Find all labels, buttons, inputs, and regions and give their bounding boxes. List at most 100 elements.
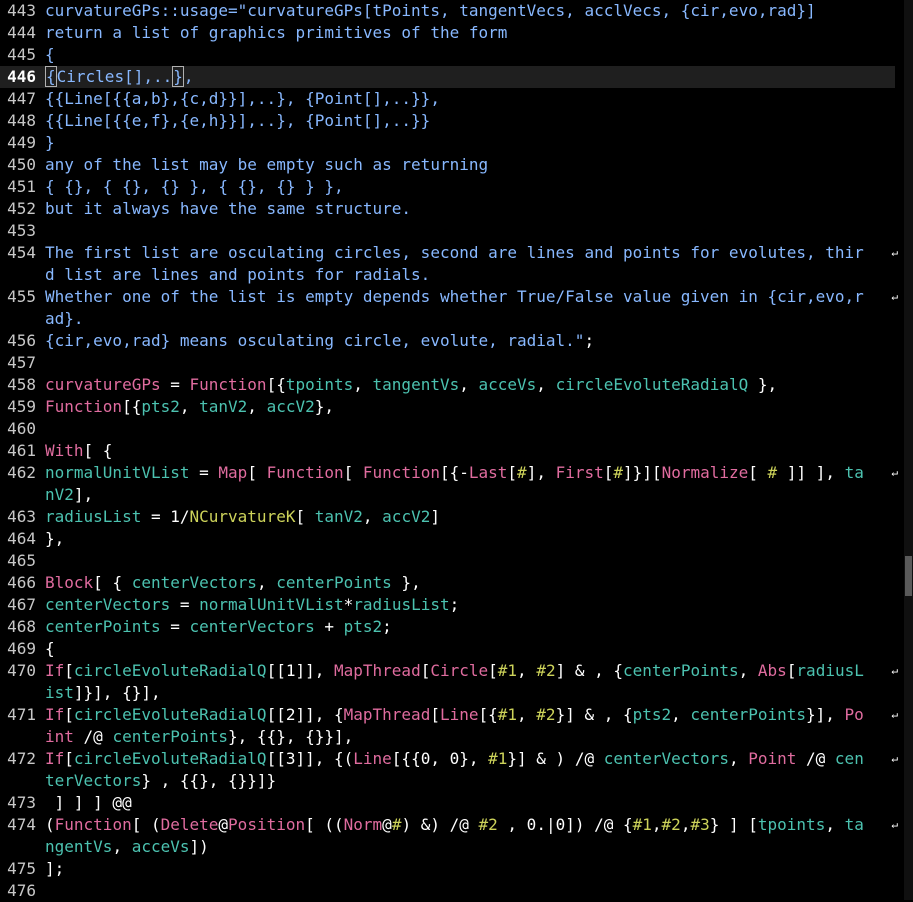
code-line[interactable]: 458 curvatureGPs = Function[{tpoints, tan…: [0, 374, 900, 396]
line-number: 455: [7, 287, 36, 306]
line-number: 444: [7, 23, 36, 42]
code-line[interactable]: 450 any of the list may be empty such as …: [0, 154, 900, 176]
line-text[interactable]: If[circleEvoluteRadialQ[[1]], MapThread[…: [45, 660, 864, 682]
code-line[interactable]: 465: [0, 550, 900, 572]
code-line[interactable]: 470 If[circleEvoluteRadialQ[[1]], MapThre…: [0, 660, 900, 682]
line-text[interactable]: curvatureGPs::usage="curvatureGPs[tPoint…: [45, 0, 816, 22]
line-text[interactable]: Block[ { centerVectors, centerPoints },: [45, 572, 421, 594]
line-text[interactable]: (Function[ (Delete@Position[ ((Norm@#) &…: [45, 814, 864, 836]
code-line[interactable]: 452 but it always have the same structure…: [0, 198, 900, 220]
line-text[interactable]: }: [45, 132, 55, 154]
line-text[interactable]: Whether one of the list is empty depends…: [45, 286, 864, 308]
code-line-continuation[interactable]: nV2],: [0, 484, 900, 506]
line-text[interactable]: terVectors} , {{}, {}}]}: [45, 770, 276, 792]
code-line[interactable]: 456 {cir,evo,rad} means osculating circle…: [0, 330, 900, 352]
code-line[interactable]: 468 centerPoints = centerVectors + pts2;: [0, 616, 900, 638]
line-text[interactable]: Function[{pts2, tanV2, accV2},: [45, 396, 334, 418]
code-token: ,: [179, 397, 200, 416]
code-line[interactable]: 471 If[circleEvoluteRadialQ[[2]], {MapThr…: [0, 704, 900, 726]
line-text[interactable]: {{Line[{{e,f},{e,h}}],..}, {Point[],..}}: [45, 110, 430, 132]
code-token: circleEvoluteRadialQ: [73, 749, 267, 768]
code-line[interactable]: 474 (Function[ (Delete@Position[ ((Norm@#…: [0, 814, 900, 836]
line-number: 472: [7, 749, 36, 768]
code-line[interactable]: 443 curvatureGPs::usage="curvatureGPs[tPo…: [0, 0, 900, 22]
line-text[interactable]: If[circleEvoluteRadialQ[[3]], {(Line[{{0…: [45, 748, 864, 770]
code-line[interactable]: 459 Function[{pts2, tanV2, accV2},: [0, 396, 900, 418]
code-token: ] & , {: [555, 661, 624, 680]
code-line[interactable]: 455 Whether one of the list is empty depe…: [0, 286, 900, 308]
code-line[interactable]: 445 {: [0, 44, 900, 66]
code-token: ,: [825, 815, 845, 834]
code-token: ] ] ] @@: [45, 793, 132, 812]
code-token: curvatureGPs::usage="curvatureGPs[tPoint…: [45, 1, 816, 20]
line-text[interactable]: The first list are osculating circles, s…: [45, 242, 864, 264]
vertical-scrollbar[interactable]: [904, 0, 913, 900]
line-text[interactable]: ist]}], {}],: [45, 682, 161, 704]
code-line[interactable]: 462 normalUnitVList = Map[ Function[ Func…: [0, 462, 900, 484]
code-token: [{: [266, 375, 286, 394]
line-text[interactable]: any of the list may be empty such as ret…: [45, 154, 488, 176]
line-text[interactable]: If[circleEvoluteRadialQ[[2]], {MapThread…: [45, 704, 864, 726]
code-line[interactable]: 461 With[ {: [0, 440, 900, 462]
code-token: accV2: [266, 397, 315, 416]
line-text[interactable]: {Circles[],..},: [45, 66, 194, 88]
line-text[interactable]: ngentVs, acceVs]): [45, 836, 209, 858]
code-line[interactable]: 460: [0, 418, 900, 440]
code-token: ,: [680, 815, 691, 834]
code-line[interactable]: 473 ] ] ] @@: [0, 792, 900, 814]
code-token: ,: [536, 375, 556, 394]
code-token: tanV2: [199, 397, 248, 416]
line-text[interactable]: {cir,evo,rad} means osculating circle, e…: [45, 330, 594, 352]
code-line[interactable]: 457: [0, 352, 900, 374]
code-line[interactable]: 472 If[circleEvoluteRadialQ[[3]], {(Line[…: [0, 748, 900, 770]
code-line[interactable]: 467 centerVectors = normalUnitVList*radiu…: [0, 594, 900, 616]
code-token: radiusList: [45, 507, 142, 526]
code-token: ,: [728, 749, 749, 768]
line-text[interactable]: {: [45, 44, 55, 66]
line-text[interactable]: d list are lines and points for radials.: [45, 264, 430, 286]
code-line-continuation[interactable]: int /@ centerPoints}, {{}, {}}],: [0, 726, 900, 748]
code-token: [ (: [131, 815, 161, 834]
line-text[interactable]: return a list of graphics primitives of …: [45, 22, 507, 44]
line-text[interactable]: centerVectors = normalUnitVList*radiusLi…: [45, 594, 459, 616]
code-line[interactable]: 476: [0, 880, 900, 902]
code-line-continuation[interactable]: d list are lines and points for radials.: [0, 264, 900, 286]
line-text[interactable]: normalUnitVList = Map[ Function[ Functio…: [45, 462, 864, 484]
line-text[interactable]: ad}.: [45, 308, 84, 330]
line-number: 459: [7, 397, 36, 416]
scrollbar-thumb[interactable]: [905, 556, 912, 596]
code-line[interactable]: 448 {{Line[{{e,f},{e,h}}],..}, {Point[],.…: [0, 110, 900, 132]
code-line[interactable]: 453: [0, 220, 900, 242]
code-token: circleEvoluteRadialQ: [73, 705, 267, 724]
code-line-continuation[interactable]: ist]}], {}],: [0, 682, 900, 704]
line-text[interactable]: ] ] ] @@: [45, 792, 132, 814]
line-text[interactable]: curvatureGPs = Function[{tpoints, tangen…: [45, 374, 777, 396]
code-line[interactable]: 475];: [0, 858, 900, 880]
code-line[interactable]: 466 Block[ { centerVectors, centerPoints …: [0, 572, 900, 594]
line-text[interactable]: },: [45, 528, 64, 550]
line-text[interactable]: With[ {: [45, 440, 112, 462]
code-line[interactable]: 449}: [0, 132, 900, 154]
code-line-continuation[interactable]: ngentVs, acceVs]): [0, 836, 900, 858]
code-line[interactable]: 446 {Circles[],..},: [0, 66, 895, 88]
code-editor[interactable]: 443 curvatureGPs::usage="curvatureGPs[tPo…: [0, 0, 913, 900]
line-text[interactable]: nV2],: [45, 484, 93, 506]
line-text[interactable]: { {}, { {}, {} }, { {}, {} } },: [45, 176, 344, 198]
line-text[interactable]: ];: [45, 858, 64, 880]
line-text[interactable]: centerPoints = centerVectors + pts2;: [45, 616, 392, 638]
line-text[interactable]: {: [45, 638, 55, 660]
code-line-continuation[interactable]: terVectors} , {{}, {}}]}: [0, 770, 900, 792]
line-text[interactable]: int /@ centerPoints}, {{}, {}}],: [45, 726, 353, 748]
code-line[interactable]: 464},: [0, 528, 900, 550]
line-text[interactable]: but it always have the same structure.: [45, 198, 411, 220]
code-line[interactable]: 447 {{Line[{{a,b},{c,d}}],..}, {Point[],.…: [0, 88, 900, 110]
code-line[interactable]: 469 {: [0, 638, 900, 660]
line-text[interactable]: radiusList = 1/NCurvatureK[ tanV2, accV2…: [45, 506, 440, 528]
code-line[interactable]: 451 { {}, { {}, {} }, { {}, {} } },: [0, 176, 900, 198]
line-text[interactable]: {{Line[{{a,b},{c,d}}],..}, {Point[],..}}…: [45, 88, 440, 110]
code-line[interactable]: 454 The first list are osculating circles…: [0, 242, 900, 264]
code-line[interactable]: 444 return a list of graphics primitives …: [0, 22, 900, 44]
code-line[interactable]: 463 radiusList = 1/NCurvatureK[ tanV2, ac…: [0, 506, 900, 528]
wrap-arrow-icon: ↵: [891, 708, 898, 721]
code-line-continuation[interactable]: ad}.: [0, 308, 900, 330]
